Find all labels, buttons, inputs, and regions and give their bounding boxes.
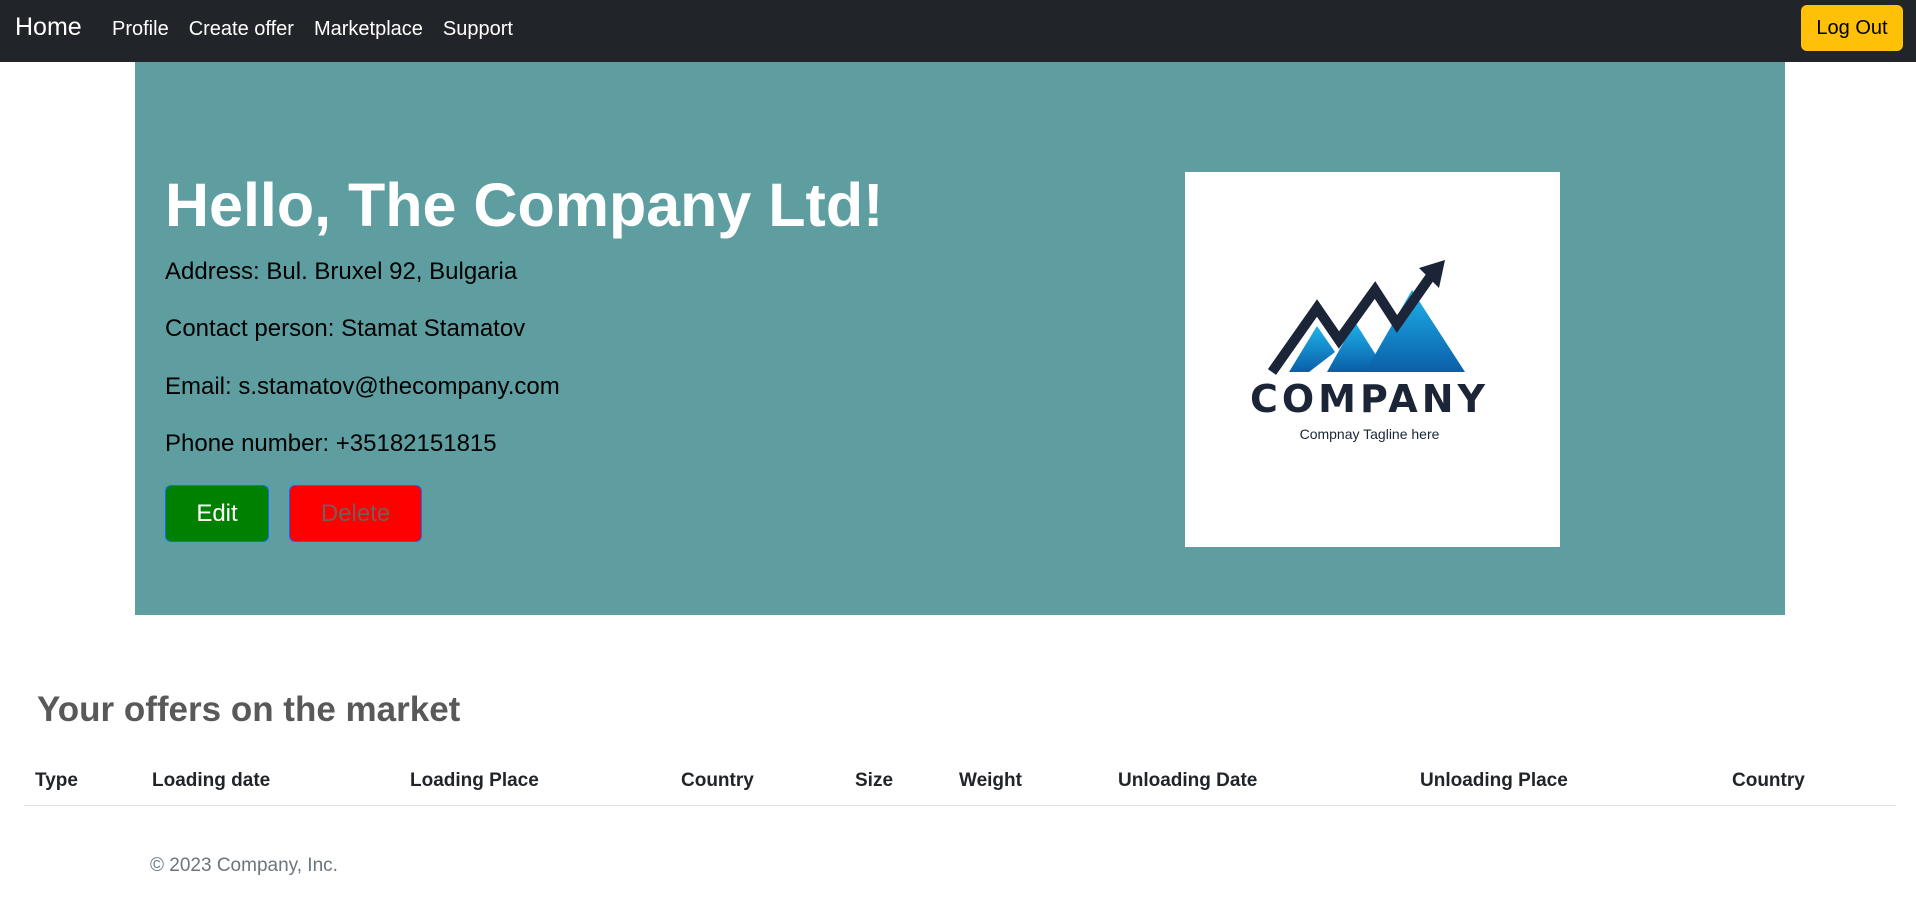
edit-button[interactable]: Edit (165, 485, 269, 542)
column-header-loading-date: Loading date (152, 770, 271, 791)
phone-text: Phone number: +35182151815 (165, 430, 497, 457)
column-header-size: Size (855, 770, 894, 791)
address-text: Address: Bul. Bruxel 92, Bulgaria (165, 258, 518, 285)
delete-button[interactable]: Delete (289, 485, 422, 542)
top-navbar: Home Profile Create offer Marketplace Su… (0, 0, 1916, 62)
footer-copyright: © 2023 Company, Inc. (150, 855, 338, 876)
nav-links: Profile Create offer Marketplace Support (112, 18, 513, 41)
column-header-type: Type (35, 770, 78, 791)
column-header-country: Country (681, 770, 754, 791)
email-text: Email: s.stamatov@thecompany.com (165, 373, 560, 400)
offers-table: Type Loading date Loading Place Country … (24, 762, 1896, 806)
logo-wordmark: COMPANY (1249, 377, 1490, 421)
nav-link-support[interactable]: Support (443, 18, 513, 41)
home-link[interactable]: Home (15, 13, 82, 42)
nav-link-marketplace[interactable]: Marketplace (314, 18, 423, 41)
company-logo: COMPANY Compnay Tagline here (1185, 172, 1560, 547)
greeting-heading: Hello, The Company Ltd! (165, 171, 884, 239)
logout-button[interactable]: Log Out (1801, 5, 1903, 51)
profile-hero: Hello, The Company Ltd! Address: Bul. Br… (135, 62, 1785, 615)
column-header-unloading-country: Country (1732, 770, 1805, 791)
mountain-arrow-logo-icon (1267, 260, 1465, 375)
logo-tagline: Compnay Tagline here (1299, 426, 1440, 442)
nav-link-profile[interactable]: Profile (112, 18, 169, 41)
column-header-loading-place: Loading Place (410, 770, 539, 791)
column-header-weight: Weight (959, 770, 1022, 791)
nav-link-create-offer[interactable]: Create offer (189, 18, 294, 41)
contact-person-text: Contact person: Stamat Stamatov (165, 315, 526, 342)
offers-section-title: Your offers on the market (37, 690, 461, 729)
column-header-unloading-date: Unloading Date (1118, 770, 1258, 791)
column-header-unloading-place: Unloading Place (1420, 770, 1568, 791)
